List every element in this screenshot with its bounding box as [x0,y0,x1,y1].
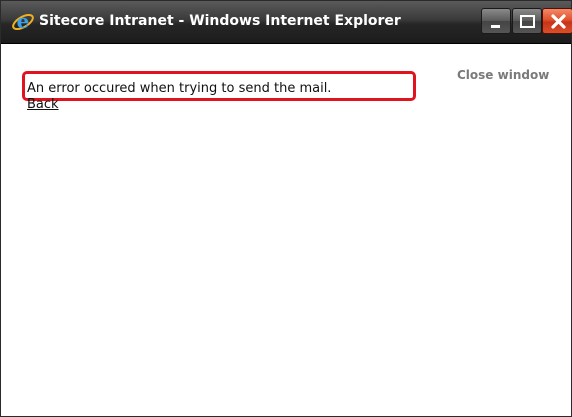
minimize-icon [491,25,500,28]
browser-window: e Sitecore Intranet - Windows Internet E… [0,0,572,417]
close-button[interactable] [542,8,572,34]
maximize-button[interactable] [512,8,542,34]
page-content: Close window An error occured when tryin… [1,44,571,416]
minimize-button[interactable] [481,8,511,34]
error-message: An error occured when trying to send the… [27,81,332,96]
back-link[interactable]: Back [27,97,59,112]
svg-text:e: e [17,10,30,33]
maximize-icon [520,15,535,28]
window-title: Sitecore Intranet - Windows Internet Exp… [39,13,401,29]
close-icon [551,14,566,29]
close-window-link[interactable]: Close window [457,68,549,82]
title-bar[interactable]: e Sitecore Intranet - Windows Internet E… [1,1,572,44]
internet-explorer-icon: e [11,9,35,34]
